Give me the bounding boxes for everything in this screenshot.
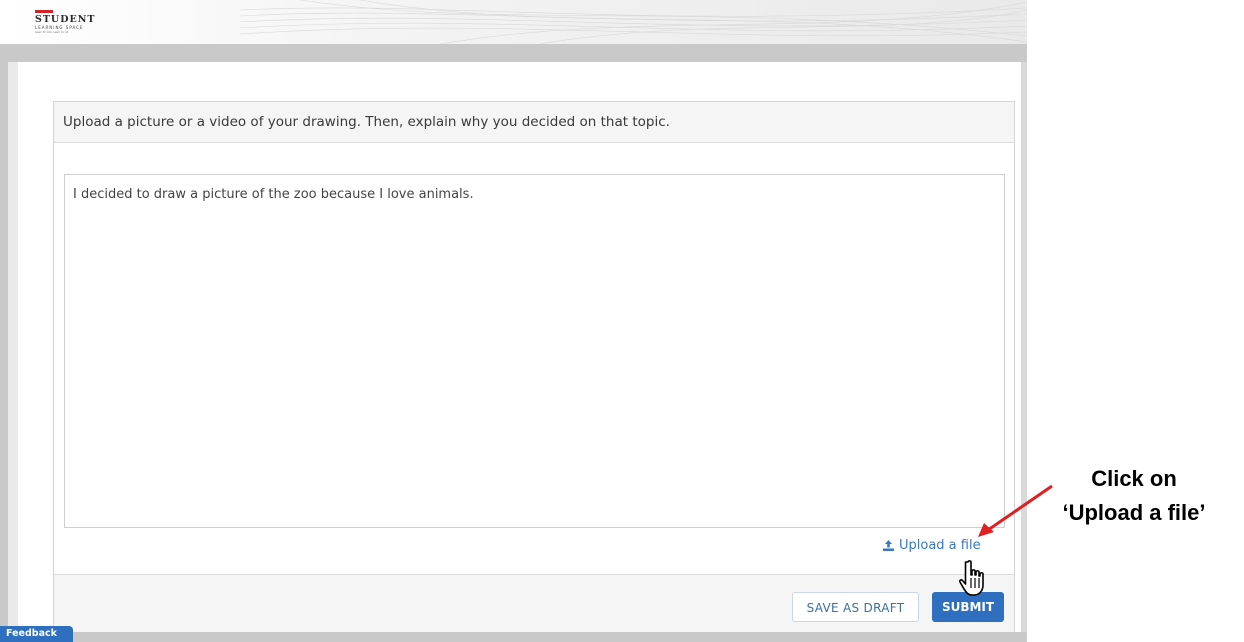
right-border [1021,62,1027,642]
header-strip [0,44,1027,62]
question-card: Upload a picture or a video of your draw… [53,101,1015,632]
answer-textarea[interactable]: I decided to draw a picture of the zoo b… [64,174,1005,528]
bottom-border [0,632,1027,642]
card-footer: SAVE AS DRAFT SUBMIT [54,574,1014,632]
annotation-line-2: ‘Upload a file’ [1062,500,1206,525]
upload-file-label: Upload a file [899,538,981,553]
feedback-tab[interactable]: Feedback [0,626,73,642]
left-gutter [8,62,18,642]
upload-file-link[interactable]: Upload a file [882,538,981,553]
save-as-draft-button[interactable]: SAVE AS DRAFT [792,592,919,622]
question-prompt: Upload a picture or a video of your draw… [54,102,1014,143]
logo-bar [35,10,53,13]
hand-pointer-icon [958,560,984,596]
left-border [0,44,8,642]
annotation-callout: Click on ‘Upload a file’ [1028,462,1240,530]
logo-title: STUDENT [35,14,96,25]
logo-tagline: Learn for Life, Learn for All [35,31,69,34]
site-header: STUDENT LEARNING SPACE Learn for Life, L… [0,0,1027,44]
app-window: STUDENT LEARNING SPACE Learn for Life, L… [0,0,1027,642]
logo[interactable]: STUDENT LEARNING SPACE Learn for Life, L… [35,10,95,34]
header-decoration [240,0,1027,44]
upload-icon [883,540,894,551]
annotation-line-1: Click on [1091,466,1177,491]
